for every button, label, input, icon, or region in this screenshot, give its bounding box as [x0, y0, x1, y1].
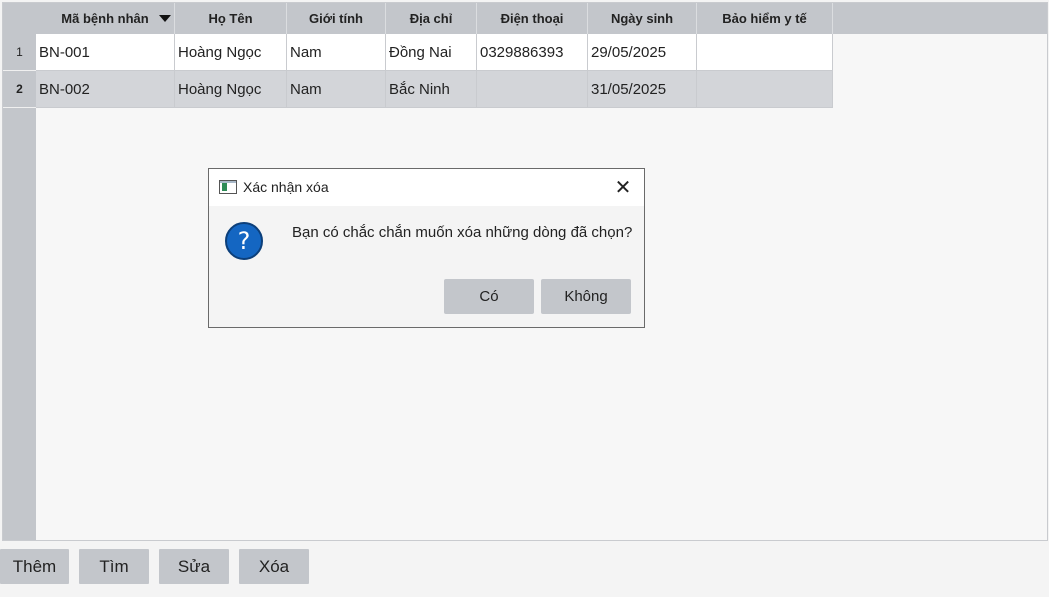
app-window: Mã bệnh nhân Họ Tên Giới tính Địa chỉ Đi…	[0, 0, 1049, 597]
column-header-patient-id[interactable]: Mã bệnh nhân	[36, 3, 175, 34]
cell-birthdate[interactable]: 31/05/2025	[588, 71, 697, 108]
column-label: Họ Tên	[208, 11, 253, 26]
cell-patient-id[interactable]: BN-001	[36, 34, 175, 71]
cell-address[interactable]: Bắc Ninh	[386, 71, 477, 108]
column-label: Mã bệnh nhân	[61, 11, 149, 26]
column-label: Điện thoại	[500, 11, 564, 26]
column-label: Địa chỉ	[409, 11, 453, 26]
table-header: Mã bệnh nhân Họ Tên Giới tính Địa chỉ Đi…	[3, 3, 1047, 34]
cell-name[interactable]: Hoàng Ngọc	[175, 71, 287, 108]
confirm-delete-dialog: Xác nhận xóa ✕ ? Bạn có chắc chắn muốn x…	[208, 168, 645, 328]
table-corner	[3, 3, 36, 34]
row-number[interactable]: 1	[3, 34, 36, 71]
cell-name[interactable]: Hoàng Ngọc	[175, 34, 287, 71]
cell-gender[interactable]: Nam	[287, 34, 386, 71]
column-header-gender[interactable]: Giới tính	[287, 3, 386, 34]
dialog-title: Xác nhận xóa	[243, 179, 329, 195]
column-label: Bảo hiểm y tế	[722, 11, 807, 26]
column-header-phone[interactable]: Điện thoại	[477, 3, 588, 34]
column-label: Giới tính	[308, 11, 363, 26]
dialog-titlebar[interactable]: Xác nhận xóa ✕	[209, 169, 644, 206]
cell-insurance[interactable]	[697, 71, 833, 108]
edit-button[interactable]: Sửa	[159, 549, 229, 584]
column-header-name[interactable]: Họ Tên	[175, 3, 287, 34]
dialog-message: Bạn có chắc chắn muốn xóa những dòng đã …	[292, 224, 633, 241]
column-header-address[interactable]: Địa chỉ	[386, 3, 477, 34]
column-header-insurance[interactable]: Bảo hiểm y tế	[697, 3, 833, 34]
cell-phone[interactable]: 0329886393	[477, 34, 588, 71]
find-button[interactable]: Tìm	[79, 549, 149, 584]
delete-button[interactable]: Xóa	[239, 549, 309, 584]
no-button[interactable]: Không	[541, 279, 631, 314]
cell-insurance[interactable]	[697, 34, 833, 71]
question-icon: ?	[225, 222, 263, 260]
cell-patient-id[interactable]: BN-002	[36, 71, 175, 108]
sort-desc-icon	[159, 15, 171, 22]
yes-button[interactable]: Có	[444, 279, 534, 314]
app-icon	[219, 180, 237, 194]
close-icon[interactable]: ✕	[614, 177, 632, 197]
cell-birthdate[interactable]: 29/05/2025	[588, 34, 697, 71]
column-label: Ngày sinh	[610, 11, 674, 26]
cell-phone[interactable]	[477, 71, 588, 108]
cell-gender[interactable]: Nam	[287, 71, 386, 108]
column-header-birthdate[interactable]: Ngày sinh	[588, 3, 697, 34]
add-button[interactable]: Thêm	[0, 549, 69, 584]
row-number[interactable]: 2	[3, 71, 36, 108]
cell-address[interactable]: Đồng Nai	[386, 34, 477, 71]
